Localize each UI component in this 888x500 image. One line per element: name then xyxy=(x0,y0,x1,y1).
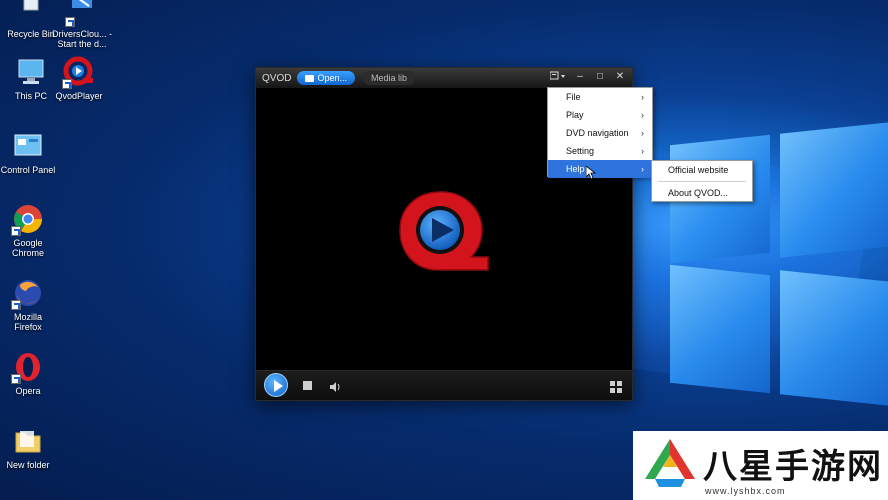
menu-item-label: Setting xyxy=(566,146,595,156)
media-lib-label: Media lib xyxy=(370,73,408,83)
chevron-right-icon: › xyxy=(641,128,644,138)
menu-item-help[interactable]: Help › xyxy=(548,160,652,178)
folder-open-icon xyxy=(305,74,315,82)
watermark-url: www.lyshbx.com xyxy=(705,486,786,496)
mouse-cursor-icon xyxy=(586,166,596,180)
stop-button[interactable] xyxy=(303,381,312,390)
control-panel-icon xyxy=(12,130,44,162)
chrome-icon xyxy=(11,203,44,236)
minimize-button[interactable]: – xyxy=(574,71,586,83)
qvod-logo-icon xyxy=(62,56,95,89)
menu-item-label: File xyxy=(566,92,581,102)
chevron-right-icon: › xyxy=(641,146,644,156)
desktop-icon-label: Mozilla Firefox xyxy=(13,312,42,332)
windows-logo-wallpaper xyxy=(630,110,888,410)
desktop-icon-control-panel[interactable]: Control Panel xyxy=(0,130,56,175)
recycle-bin-icon xyxy=(15,0,47,26)
menu-separator xyxy=(658,181,746,182)
qvod-center-logo xyxy=(399,191,489,271)
menu-item-setting[interactable]: Setting › xyxy=(548,142,652,160)
desktop-icon-mozilla-firefox[interactable]: Mozilla Firefox xyxy=(0,277,56,332)
desktop-icon-driverscloud[interactable]: DriversClou... - Start the d... xyxy=(49,0,115,49)
close-button[interactable]: ✕ xyxy=(614,71,626,83)
volume-icon[interactable] xyxy=(329,380,341,392)
player-main-menu: File › Play › DVD navigation › Setting ›… xyxy=(547,87,653,178)
folder-icon xyxy=(12,425,44,457)
submenu-item-official-website[interactable]: Official website xyxy=(652,161,752,179)
menu-item-label: DVD navigation xyxy=(566,128,629,138)
player-controlbar xyxy=(256,370,632,400)
desktop-icon-google-chrome[interactable]: Google Chrome xyxy=(0,203,56,258)
site-watermark: 八星手游网 www.lyshbx.com xyxy=(633,431,888,500)
desktop-icon-label: Control Panel xyxy=(0,165,56,175)
driverscloud-icon xyxy=(65,0,98,27)
player-brand: QVOD xyxy=(262,72,292,84)
menu-item-label: Play xyxy=(566,110,584,120)
desktop-icon-opera[interactable]: Opera xyxy=(0,351,56,396)
open-button-label: Open... xyxy=(317,73,347,83)
menu-item-label: Help xyxy=(566,164,585,174)
media-lib-tab[interactable]: Media lib xyxy=(362,71,416,85)
maximize-button[interactable]: □ xyxy=(594,71,606,83)
computer-icon xyxy=(15,56,47,88)
desktop-icon-label: QvodPlayer xyxy=(55,91,103,101)
main-menu-icon[interactable] xyxy=(549,71,566,83)
firefox-icon xyxy=(11,277,44,310)
menu-item-play[interactable]: Play › xyxy=(548,106,652,124)
chevron-right-icon: › xyxy=(641,92,644,102)
opera-icon xyxy=(11,351,44,384)
open-button[interactable]: Open... xyxy=(297,71,355,85)
desktop-icon-qvodplayer[interactable]: QvodPlayer xyxy=(48,56,110,101)
play-button[interactable] xyxy=(264,373,288,397)
desktop-icon-label: Google Chrome xyxy=(11,238,44,258)
submenu-item-about-qvod[interactable]: About QVOD... xyxy=(652,184,752,202)
desktop-icon-label: Opera xyxy=(15,386,41,396)
chevron-right-icon: › xyxy=(641,164,644,174)
chevron-right-icon: › xyxy=(641,110,644,120)
watermark-logo-icon xyxy=(645,439,695,487)
playlist-icon[interactable] xyxy=(610,380,622,393)
menu-item-file[interactable]: File › xyxy=(548,88,652,106)
desktop-icon-label: New folder xyxy=(6,460,50,470)
watermark-title: 八星手游网 xyxy=(703,447,883,487)
menu-item-dvd-navigation[interactable]: DVD navigation › xyxy=(548,124,652,142)
player-titlebar[interactable]: QVOD Open... Media lib – □ ✕ xyxy=(256,68,632,88)
desktop-icon-label: DriversClou... - Start the d... xyxy=(51,29,112,49)
desktop-icon-new-folder[interactable]: New folder xyxy=(0,425,56,470)
help-submenu: Official website About QVOD... xyxy=(651,160,753,202)
